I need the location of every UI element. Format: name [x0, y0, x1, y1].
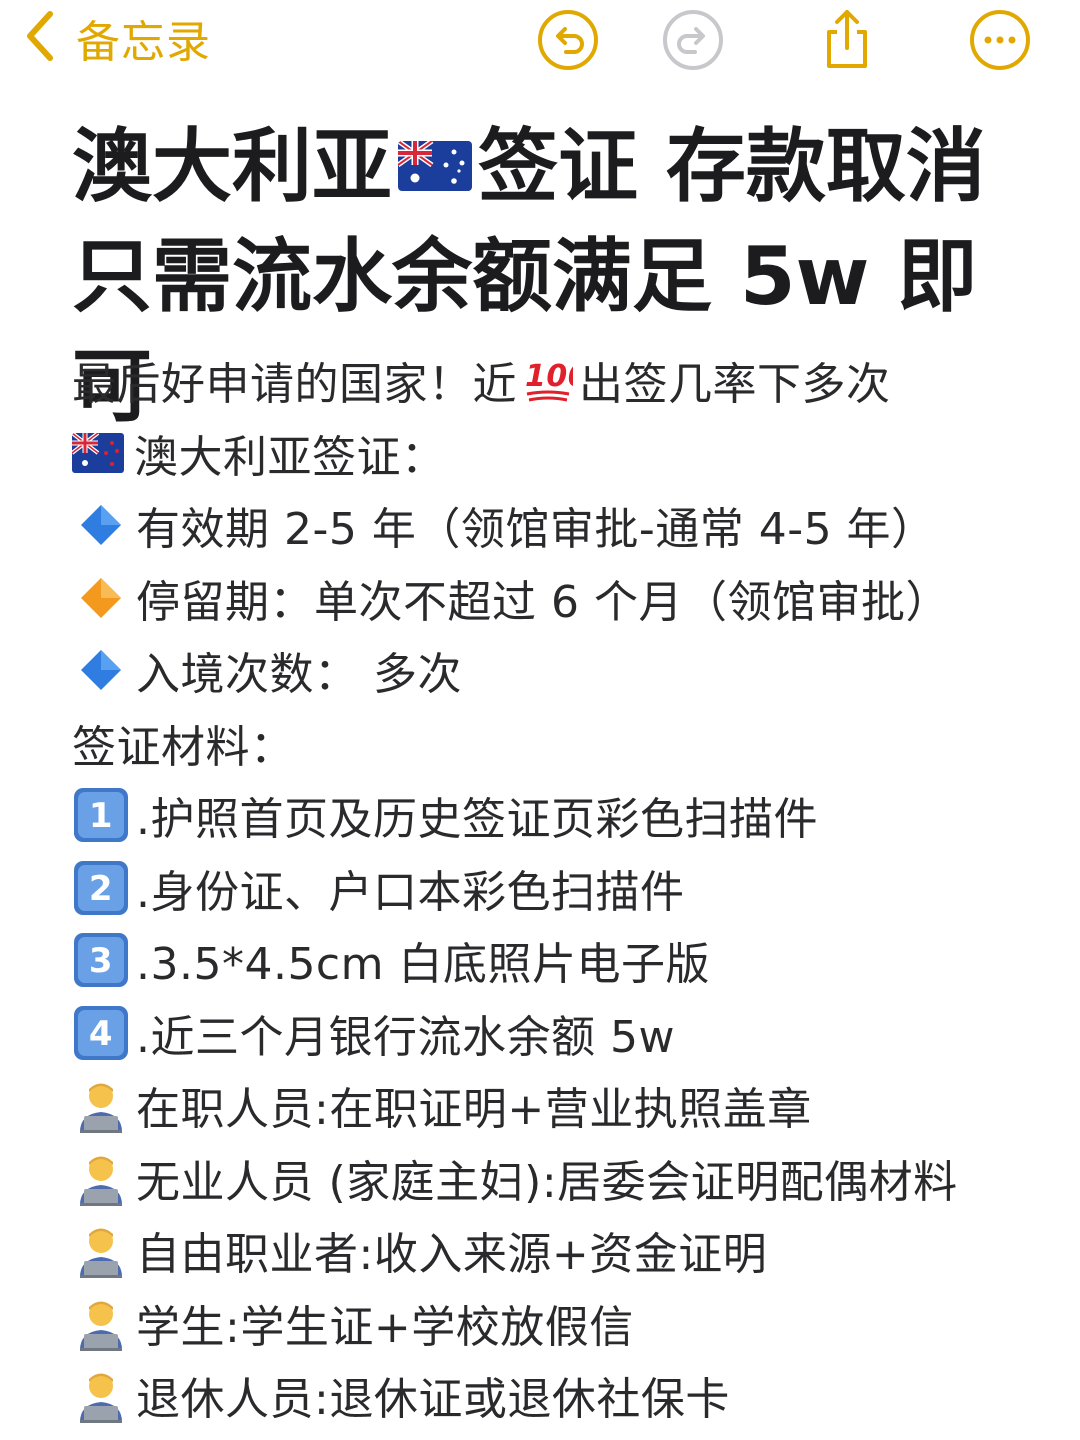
australia-flag-icon: [398, 141, 472, 192]
back-button[interactable]: 备忘录: [22, 8, 211, 68]
technologist-icon: [72, 1149, 130, 1207]
stay-line: 停留期：单次不超过 6 个月（领馆审批）: [72, 562, 1062, 635]
personnel-item-2: 无业人员 (家庭主妇):居委会证明配偶材料: [72, 1142, 1062, 1215]
technologist-icon: [72, 1294, 130, 1352]
note-body[interactable]: 最后好申请的国家！近 100 出签几率下多次: [72, 344, 1062, 1432]
orange-diamond-icon: [72, 569, 130, 627]
undo-button[interactable]: [536, 8, 600, 72]
share-button[interactable]: [815, 8, 879, 72]
technologist-icon: [72, 1366, 130, 1424]
redo-button[interactable]: [661, 8, 725, 72]
intro-line: 最后好申请的国家！近 100 出签几率下多次: [72, 344, 1062, 417]
navigation-bar: 备忘录: [0, 0, 1080, 80]
personnel-item-4: 学生:学生证+学校放假信: [72, 1287, 1062, 1360]
keycap-3-icon: 3: [72, 931, 130, 989]
personnel-item-3: 自由职业者:收入来源+资金证明: [72, 1214, 1062, 1287]
blue-diamond-icon: [72, 641, 130, 699]
svg-text:2: 2: [89, 869, 113, 909]
svg-text:3: 3: [89, 941, 113, 981]
flag-icon: [72, 432, 124, 473]
personnel-item-5: 退休人员:退休证或退休社保卡: [72, 1359, 1062, 1432]
material-item-1: 1 .护照首页及历史签证页彩色扫描件: [72, 779, 1062, 852]
validity-line: 有效期 2-5 年（领馆审批-通常 4-5 年）: [72, 489, 1062, 562]
blue-diamond-icon: [72, 496, 130, 554]
share-icon: [827, 10, 867, 68]
technologist-icon: [72, 1076, 130, 1134]
material-item-2: 2 .身份证、户口本彩色扫描件: [72, 852, 1062, 925]
keycap-1-icon: 1: [72, 786, 130, 844]
svg-text:1: 1: [89, 796, 113, 836]
back-label: 备忘录: [76, 17, 211, 68]
hundred-points-icon: 100: [523, 354, 573, 406]
svg-text:100: 100: [525, 359, 573, 394]
notes-page: 备忘录 澳大利亚 签证 存款取消 只需流水余额满足 5w 即可 最后好申请的国家…: [0, 0, 1080, 1440]
materials-heading-line: 签证材料：: [72, 721, 295, 773]
visa-heading-line: 澳大利亚签证：: [72, 417, 1062, 490]
redo-icon: [663, 10, 723, 70]
personnel-item-1: 在职人员:在职证明+营业执照盖章: [72, 1069, 1062, 1142]
svg-text:4: 4: [89, 1014, 113, 1054]
material-item-3: 3 .3.5*4.5cm 白底照片电子版: [72, 924, 1062, 997]
keycap-2-icon: 2: [72, 859, 130, 917]
material-item-4: 4 .近三个月银行流水余额 5w: [72, 997, 1062, 1070]
undo-icon: [538, 10, 598, 70]
entries-line: 入境次数： 多次: [72, 634, 1062, 707]
chevron-left-icon: [22, 8, 58, 68]
keycap-4-icon: 4: [72, 1004, 130, 1062]
more-button[interactable]: [968, 8, 1032, 72]
technologist-icon: [72, 1221, 130, 1279]
more-icon: [970, 10, 1030, 70]
title-line-1: 澳大利亚 签证 存款取消: [72, 120, 986, 213]
